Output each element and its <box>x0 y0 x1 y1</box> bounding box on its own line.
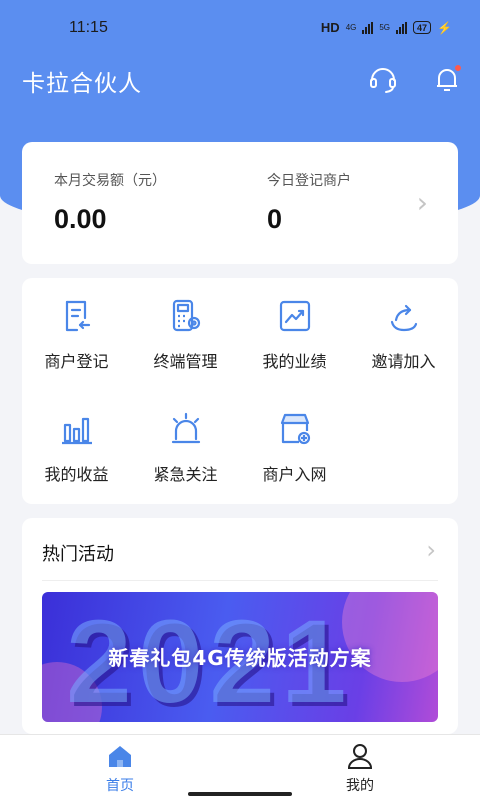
activity-banner[interactable]: 2021 新春礼包4G传统版活动方案 <box>42 592 438 722</box>
bottom-tab-bar: 首页 我的 <box>0 734 480 800</box>
grid-item-alert[interactable]: 紧急关注 <box>131 391 240 491</box>
grid-item-earnings[interactable]: 我的收益 <box>22 391 131 491</box>
grid-label: 商户入网 <box>262 465 327 484</box>
grid-item-terminal-manage[interactable]: 终端管理 <box>131 278 240 378</box>
share-invite-icon <box>390 304 417 332</box>
bell-icon[interactable] <box>430 62 464 96</box>
feature-grid: 商户登记 终端管理 我的业绩 邀请加入 我的收益 紧急关注 商户入网 <box>22 278 458 504</box>
earnings-bars-icon <box>61 417 92 445</box>
grid-item-merchant-onboard[interactable]: 商户入网 <box>240 391 349 491</box>
user-icon <box>347 744 373 769</box>
chevron-right-icon[interactable]: › <box>426 536 436 564</box>
section-title: 热门活动 <box>42 544 114 565</box>
today-merchants-label: 今日登记商户 <box>267 173 351 189</box>
grid-label: 邀请加入 <box>371 352 436 371</box>
tab-home[interactable]: 首页 <box>0 735 240 800</box>
grid-label: 终端管理 <box>153 352 218 371</box>
hd-indicator: HD <box>320 20 340 35</box>
signal-icon-2 <box>396 21 408 34</box>
store-add-icon <box>280 413 310 445</box>
status-time: 11:15 <box>69 19 108 36</box>
divider <box>42 580 438 581</box>
charging-icon: ⚡ <box>437 20 452 35</box>
battery-level: 47 <box>417 22 428 33</box>
home-indicator <box>188 792 292 796</box>
status-indicators: HD 4G 5G 47 ⚡ <box>321 20 452 35</box>
stats-card[interactable]: 本月交易额（元） 0.00 今日登记商户 0 › <box>22 142 458 264</box>
merchant-register-icon <box>65 300 90 332</box>
home-icon <box>109 746 131 767</box>
status-bar: 11:15 HD 4G 5G 47 ⚡ <box>0 0 480 56</box>
grid-item-invite[interactable]: 邀请加入 <box>349 278 458 378</box>
tab-mine[interactable]: 我的 <box>240 735 480 800</box>
chevron-right-icon[interactable]: › <box>417 186 428 219</box>
grid-label: 商户登记 <box>44 352 109 371</box>
alarm-light-icon <box>171 412 200 444</box>
performance-chart-icon <box>279 300 310 332</box>
today-merchants-value: 0 <box>267 204 283 234</box>
monthly-amount-value: 0.00 <box>54 204 107 234</box>
net-5g-label: 5G <box>379 23 391 32</box>
app-title: 卡拉合伙人 <box>22 71 142 97</box>
signal-icon <box>362 21 374 34</box>
headset-icon[interactable] <box>366 62 400 96</box>
battery-icon: 47 <box>413 21 432 34</box>
terminal-manage-icon <box>172 299 200 332</box>
grid-label: 我的业绩 <box>262 352 327 371</box>
net-4g-label: 4G <box>345 23 357 32</box>
grid-item-performance[interactable]: 我的业绩 <box>240 278 349 378</box>
grid-item-merchant-register[interactable]: 商户登记 <box>22 278 131 378</box>
notification-badge <box>454 64 462 72</box>
monthly-amount-label: 本月交易额（元） <box>54 173 166 189</box>
banner-headline: 新春礼包4G传统版活动方案 <box>108 646 372 670</box>
grid-label: 我的收益 <box>44 465 109 484</box>
hot-activities-card: 热门活动 › 2021 新春礼包4G传统版活动方案 <box>22 518 458 734</box>
grid-label: 紧急关注 <box>153 465 218 484</box>
